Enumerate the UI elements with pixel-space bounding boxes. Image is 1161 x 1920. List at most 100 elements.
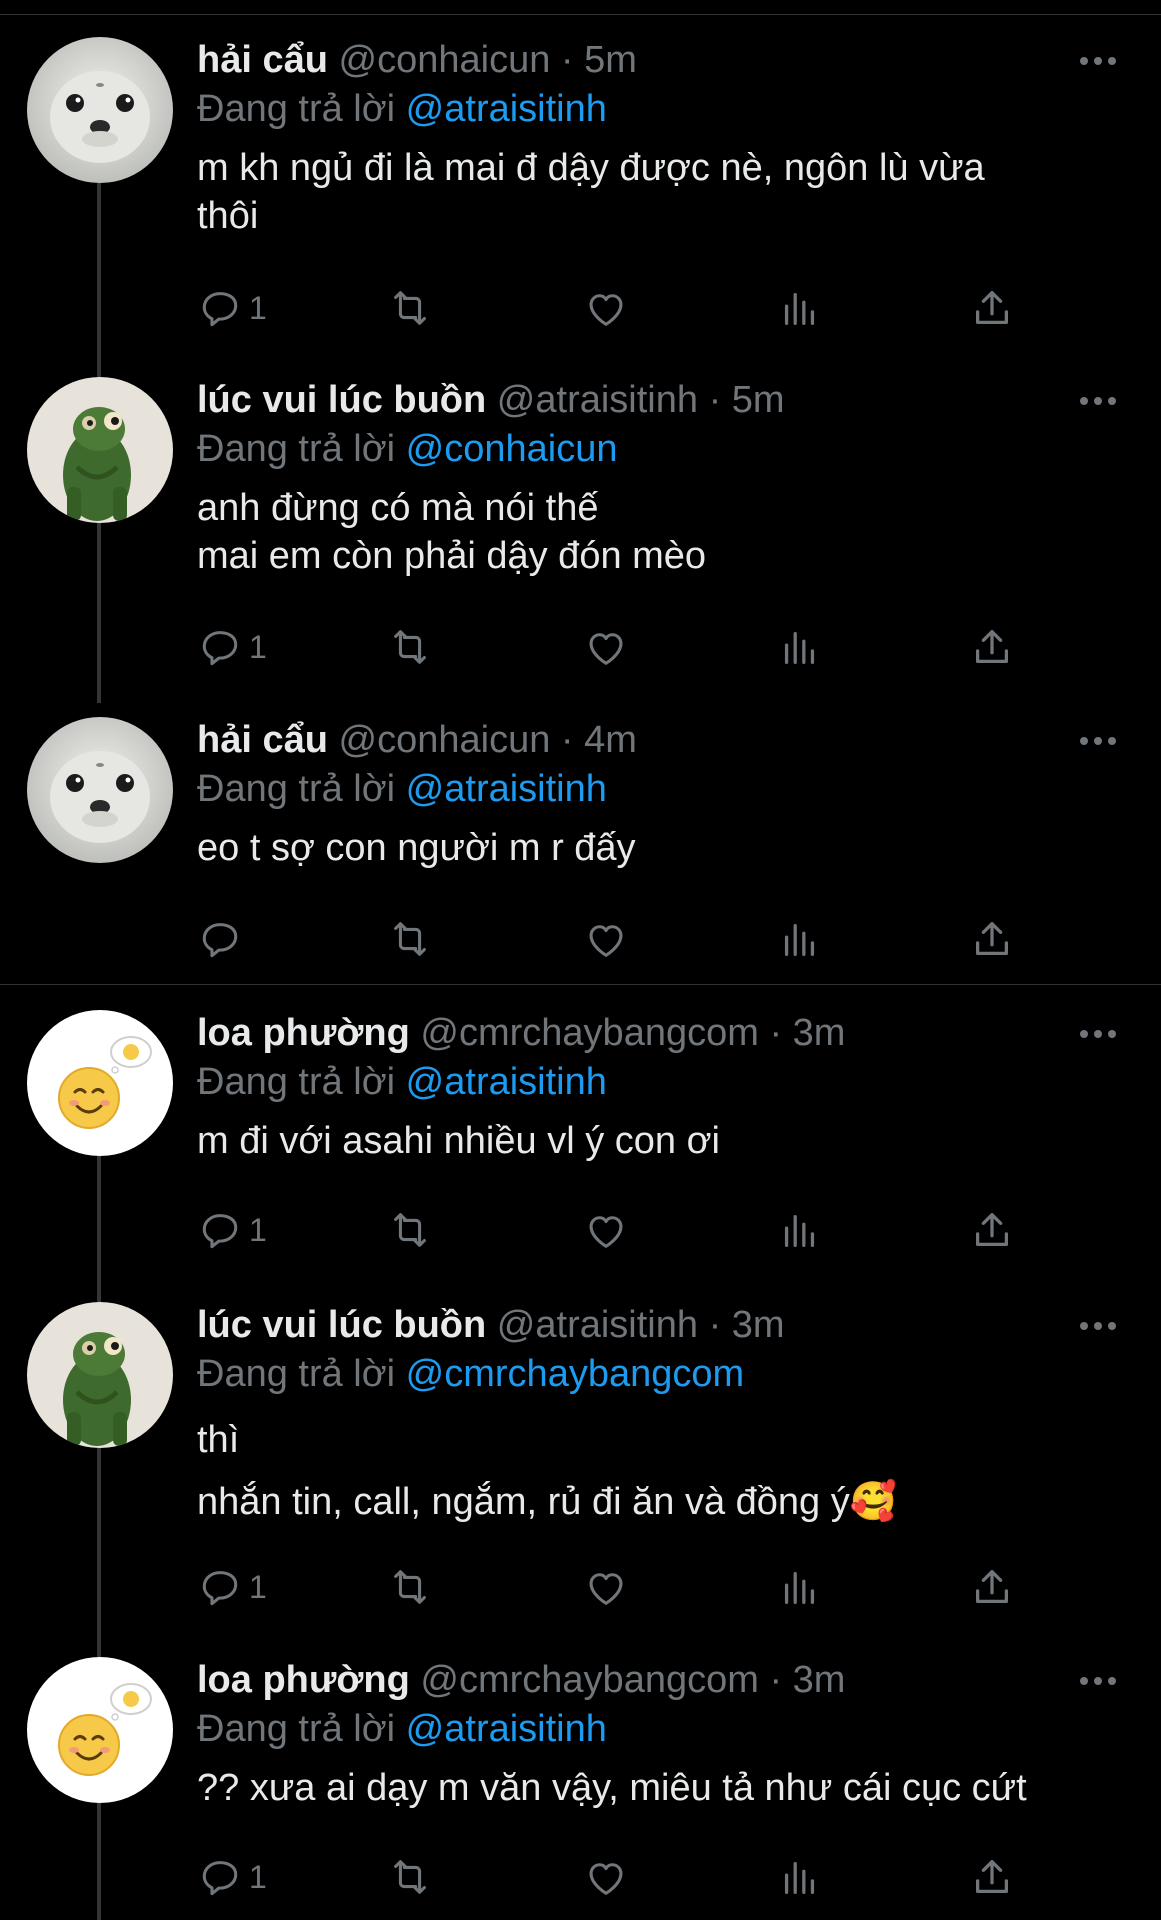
- retweet-button[interactable]: [387, 1200, 433, 1260]
- reply-count: 1: [249, 1211, 267, 1248]
- tweet-actions: [197, 909, 1037, 969]
- display-name[interactable]: loa phường: [197, 1659, 410, 1701]
- views-button[interactable]: [777, 1200, 823, 1260]
- handle[interactable]: @atraisitinh: [497, 379, 698, 421]
- handle[interactable]: @atraisitinh: [497, 1304, 698, 1346]
- tweet-text: m kh ngủ đi là mai đ dậy được nè, ngôn l…: [197, 147, 985, 237]
- share-button[interactable]: [969, 278, 1015, 338]
- handle[interactable]: @cmrchaybangcom: [420, 1659, 758, 1701]
- retweet-button[interactable]: [387, 617, 433, 677]
- share-icon: [975, 922, 1009, 956]
- separator-dot: ·: [560, 719, 574, 761]
- timestamp[interactable]: 5m: [584, 39, 637, 81]
- display-name[interactable]: loa phường: [197, 1012, 410, 1054]
- tweet-header: hải cẩu @conhaicun · 4m: [197, 717, 1121, 763]
- more-icon[interactable]: [1075, 1669, 1121, 1693]
- reply-button[interactable]: 1: [197, 1847, 267, 1907]
- tweet-text: anh đừng có mà nói thế mai em còn phải d…: [197, 487, 707, 577]
- display-name[interactable]: lúc vui lúc buồn: [197, 1304, 486, 1346]
- seal-avatar[interactable]: [27, 717, 173, 863]
- share-button[interactable]: [969, 1557, 1015, 1617]
- handle[interactable]: @cmrchaybangcom: [420, 1012, 758, 1054]
- handle[interactable]: @conhaicun: [339, 719, 551, 761]
- display-name[interactable]: hải cẩu: [197, 719, 328, 761]
- share-button[interactable]: [969, 1847, 1015, 1907]
- timestamp[interactable]: 3m: [732, 1304, 785, 1346]
- share-button[interactable]: [969, 1200, 1015, 1260]
- views-button[interactable]: [777, 1557, 823, 1617]
- reply-button[interactable]: 1: [197, 617, 267, 677]
- smiley-avatar[interactable]: [27, 1010, 173, 1156]
- share-button[interactable]: [969, 617, 1015, 677]
- views-button[interactable]: [777, 617, 823, 677]
- more-icon[interactable]: [1075, 1314, 1121, 1338]
- reply-count: 1: [249, 628, 267, 665]
- views-icon: [784, 292, 815, 325]
- seal-avatar[interactable]: [27, 37, 173, 183]
- replying-to: Đang trả lời @atraisitinh: [197, 86, 1121, 132]
- more-icon[interactable]: [1075, 1022, 1121, 1046]
- tweet-content: lúc vui lúc buồn @atraisitinh · 3m Đang …: [197, 1302, 1121, 1533]
- tweet-header: loa phường @cmrchaybangcom · 3m: [197, 1010, 1121, 1056]
- more-icon[interactable]: [1075, 389, 1121, 413]
- display-name[interactable]: lúc vui lúc buồn: [197, 379, 486, 421]
- reply-button[interactable]: [197, 909, 249, 969]
- mention-link[interactable]: @atraisitinh: [406, 88, 607, 130]
- reply-count: 1: [249, 289, 267, 326]
- like-icon: [589, 1216, 623, 1248]
- retweet-button[interactable]: [387, 1847, 433, 1907]
- like-button[interactable]: [583, 1557, 629, 1617]
- views-button[interactable]: [777, 1847, 823, 1907]
- retweet-button[interactable]: [387, 1557, 433, 1617]
- mention-link[interactable]: @conhaicun: [406, 428, 618, 470]
- thread-divider: [0, 984, 1161, 985]
- like-icon: [589, 1863, 623, 1895]
- tweet-header: lúc vui lúc buồn @atraisitinh · 3m: [197, 1302, 1121, 1348]
- like-icon: [589, 633, 623, 665]
- like-button[interactable]: [583, 909, 629, 969]
- mention-link[interactable]: @cmrchaybangcom: [406, 1353, 744, 1395]
- handle[interactable]: @conhaicun: [339, 39, 551, 81]
- views-button[interactable]: [777, 278, 823, 338]
- mention-link[interactable]: @atraisitinh: [406, 768, 607, 810]
- reply-icon: [202, 923, 238, 958]
- separator-dot: ·: [708, 379, 722, 421]
- retweet-button[interactable]: [387, 278, 433, 338]
- share-icon: [975, 1860, 1009, 1894]
- tweet-actions: 1: [197, 1200, 1037, 1260]
- reply-button[interactable]: 1: [197, 278, 267, 338]
- views-icon: [784, 1214, 815, 1247]
- separator-dot: ·: [708, 1304, 722, 1346]
- tweet-actions: 1: [197, 617, 1037, 677]
- views-icon: [784, 1571, 815, 1604]
- frog-avatar[interactable]: [27, 1302, 173, 1448]
- reply-button[interactable]: 1: [197, 1200, 267, 1260]
- views-button[interactable]: [777, 909, 823, 969]
- replying-prefix: Đang trả lời: [197, 768, 396, 810]
- mention-link[interactable]: @atraisitinh: [406, 1061, 607, 1103]
- like-button[interactable]: [583, 278, 629, 338]
- timestamp[interactable]: 3m: [793, 1012, 846, 1054]
- display-name[interactable]: hải cẩu: [197, 39, 328, 81]
- like-button[interactable]: [583, 1200, 629, 1260]
- more-icon[interactable]: [1075, 49, 1121, 73]
- retweet-icon: [394, 1570, 426, 1604]
- timestamp[interactable]: 4m: [584, 719, 637, 761]
- top-divider: [0, 14, 1161, 15]
- retweet-icon: [394, 1860, 426, 1894]
- timestamp[interactable]: 3m: [793, 1659, 846, 1701]
- like-button[interactable]: [583, 617, 629, 677]
- tweet-content: loa phường @cmrchaybangcom · 3m Đang trả…: [197, 1657, 1121, 1812]
- timestamp[interactable]: 5m: [732, 379, 785, 421]
- like-button[interactable]: [583, 1847, 629, 1907]
- frog-avatar[interactable]: [27, 377, 173, 523]
- share-button[interactable]: [969, 909, 1015, 969]
- mention-link[interactable]: @atraisitinh: [406, 1708, 607, 1750]
- tweet-content: lúc vui lúc buồn @atraisitinh · 5m Đang …: [197, 377, 1121, 580]
- reply-button[interactable]: 1: [197, 1557, 267, 1617]
- more-icon[interactable]: [1075, 729, 1121, 753]
- retweet-button[interactable]: [387, 909, 433, 969]
- tweet-text: ?? xưa ai dạy m văn vậy, miêu tả như cái…: [197, 1767, 1027, 1809]
- retweet-icon: [394, 630, 426, 664]
- smiley-avatar[interactable]: [27, 1657, 173, 1803]
